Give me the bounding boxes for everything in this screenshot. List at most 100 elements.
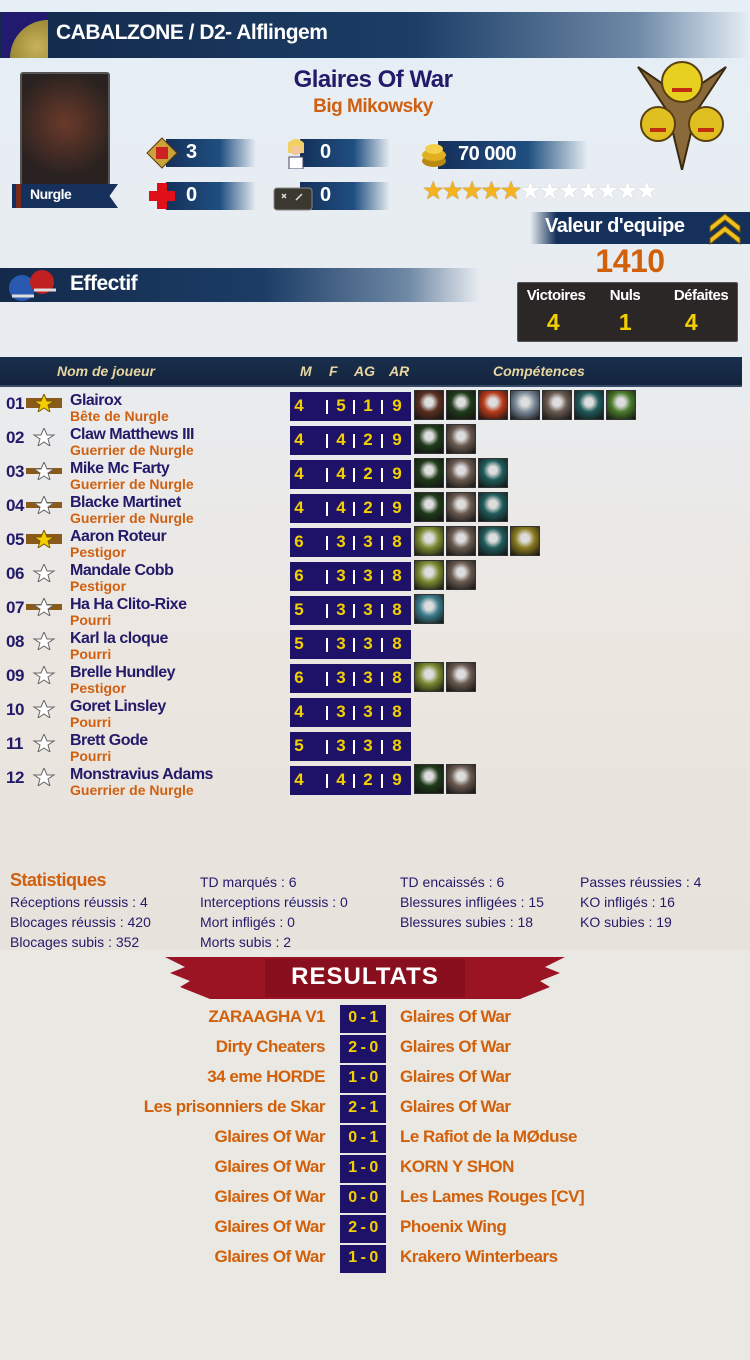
player-row[interactable]: 11 Brett Gode Pourri 5 3 3 8: [0, 730, 750, 764]
skill-helmet-face-icon[interactable]: [446, 662, 476, 692]
away-team[interactable]: Glaires Of War: [400, 1037, 511, 1057]
skill-green-helmet-icon[interactable]: [414, 424, 444, 454]
stat-ag: 3: [363, 600, 373, 619]
player-position: Pourri: [70, 748, 112, 764]
away-team[interactable]: Le Rafiot de la MØduse: [400, 1127, 577, 1147]
result-row[interactable]: Glaires Of War 0 - 1 Le Rafiot de la MØd…: [0, 1125, 750, 1153]
reroll-icon: [146, 137, 178, 169]
cheerleader-icon: [288, 139, 304, 169]
skill-green-helmet-icon[interactable]: [446, 390, 476, 420]
player-row[interactable]: 01 Glairox Bête de Nurgle 4 5 1 9: [0, 390, 750, 424]
skill-helmet-face-icon[interactable]: [446, 424, 476, 454]
stat-ar: 8: [392, 566, 402, 585]
stat-m: 4: [294, 702, 304, 721]
skill-ram-horn-icon[interactable]: [414, 560, 444, 590]
away-team[interactable]: Glaires Of War: [400, 1067, 511, 1087]
home-team[interactable]: 34 eme HORDE: [207, 1067, 325, 1087]
losses: 4: [684, 309, 698, 335]
score: 2 - 1: [340, 1095, 386, 1123]
skill-helmet-face-icon[interactable]: [446, 492, 476, 522]
skill-green-helmet-icon[interactable]: [414, 764, 444, 794]
player-number: 02: [6, 428, 24, 447]
score: 1 - 0: [340, 1155, 386, 1183]
skill-helmet-face-icon[interactable]: [446, 526, 476, 556]
stat-ar: 9: [392, 770, 402, 789]
skill-green-helmet-icon[interactable]: [414, 492, 444, 522]
player-row[interactable]: 02 Claw Matthews III Guerrier de Nurgle …: [0, 424, 750, 458]
player-position: Pestigor: [70, 680, 127, 696]
player-position: Guerrier de Nurgle: [70, 510, 194, 526]
skill-helmet-face-icon[interactable]: [446, 764, 476, 794]
skill-helmet-face-icon[interactable]: [542, 390, 572, 420]
player-number: 09: [6, 666, 24, 685]
player-row[interactable]: 09 Brelle Hundley Pestigor 6 3 3 8: [0, 662, 750, 696]
stat-ag: 2: [363, 498, 373, 517]
stat-m: 4: [294, 396, 304, 415]
draws: 1: [618, 309, 632, 335]
home-team[interactable]: ZARAAGHA V1: [208, 1007, 325, 1027]
result-row[interactable]: Glaires Of War 1 - 0 Krakero Winterbears: [0, 1245, 750, 1273]
home-team[interactable]: Glaires Of War: [215, 1187, 326, 1207]
skill-teal-hand-icon[interactable]: [574, 390, 604, 420]
player-number: 03: [6, 462, 24, 481]
away-team[interactable]: Krakero Winterbears: [400, 1247, 558, 1267]
result-row[interactable]: Dirty Cheaters 2 - 0 Glaires Of War: [0, 1035, 750, 1063]
result-row[interactable]: Les prisonniers de Skar 2 - 1 Glaires Of…: [0, 1095, 750, 1123]
stat-m: 5: [294, 736, 304, 755]
result-row[interactable]: 34 eme HORDE 1 - 0 Glaires Of War: [0, 1065, 750, 1093]
home-team[interactable]: Les prisonniers de Skar: [144, 1097, 326, 1117]
skill-ram-horn-icon[interactable]: [414, 662, 444, 692]
star-filled-icon: ★: [460, 177, 483, 205]
skill-ram-horn-icon[interactable]: [414, 526, 444, 556]
away-team[interactable]: Glaires Of War: [400, 1097, 511, 1117]
player-row[interactable]: 04 Blacke Martinet Guerrier de Nurgle 4 …: [0, 492, 750, 526]
result-row[interactable]: Glaires Of War 1 - 0 KORN Y SHON: [0, 1155, 750, 1183]
player-row[interactable]: 06 Mandale Cobb Pestigor 6 3 3 8: [0, 560, 750, 594]
result-row[interactable]: Glaires Of War 2 - 0 Phoenix Wing: [0, 1215, 750, 1243]
race-label: Nurgle: [12, 184, 118, 208]
player-row[interactable]: 03 Mike Mc Farty Guerrier de Nurgle 4 4 …: [0, 458, 750, 492]
away-team[interactable]: Les Lames Rouges [CV]: [400, 1187, 585, 1207]
home-team[interactable]: Glaires Of War: [215, 1127, 326, 1147]
skill-green-helmet-icon[interactable]: [414, 458, 444, 488]
player-row[interactable]: 12 Monstravius Adams Guerrier de Nurgle …: [0, 764, 750, 798]
player-row[interactable]: 07 Ha Ha Clito-Rixe Pourri 5 3 3 8: [0, 594, 750, 628]
stat-ag: 3: [363, 634, 373, 653]
skill-teal-hand-icon[interactable]: [478, 526, 508, 556]
home-team[interactable]: Dirty Cheaters: [216, 1037, 326, 1057]
stat-f: 4: [336, 498, 346, 517]
home-team[interactable]: Glaires Of War: [215, 1217, 326, 1237]
stat-m: 5: [294, 600, 304, 619]
skill-helmet-face-icon[interactable]: [446, 458, 476, 488]
player-stats: 4 4 2 9: [290, 766, 411, 795]
skill-red-fighter-icon[interactable]: [478, 390, 508, 420]
skill-dark-figure-icon[interactable]: [414, 390, 444, 420]
skill-horse-icon[interactable]: [510, 390, 540, 420]
away-team[interactable]: Phoenix Wing: [400, 1217, 507, 1237]
stat-m: 6: [294, 532, 304, 551]
player-number: 06: [6, 564, 24, 583]
skill-helmet-face-icon[interactable]: [446, 560, 476, 590]
stat-item: TD marqués : 6: [200, 874, 297, 890]
stat-f: 3: [336, 702, 346, 721]
skill-green-claw-icon[interactable]: [606, 390, 636, 420]
stat-ar: 8: [392, 702, 402, 721]
player-stats: 5 3 3 8: [290, 732, 411, 761]
player-row[interactable]: 08 Karl la cloque Pourri 5 3 3 8: [0, 628, 750, 662]
away-team[interactable]: KORN Y SHON: [400, 1157, 514, 1177]
skill-teal-hand-icon[interactable]: [478, 458, 508, 488]
player-row[interactable]: 10 Goret Linsley Pourri 4 3 3 8: [0, 696, 750, 730]
score: 2 - 0: [340, 1035, 386, 1063]
player-position: Pourri: [70, 714, 112, 730]
player-number: 05: [6, 530, 24, 549]
star-rank-badge-icon: [26, 766, 62, 788]
result-row[interactable]: ZARAAGHA V1 0 - 1 Glaires Of War: [0, 1005, 750, 1033]
skill-gold-axe-icon[interactable]: [510, 526, 540, 556]
result-row[interactable]: Glaires Of War 0 - 0 Les Lames Rouges [C…: [0, 1185, 750, 1213]
home-team[interactable]: Glaires Of War: [215, 1247, 326, 1267]
away-team[interactable]: Glaires Of War: [400, 1007, 511, 1027]
skill-arm-grip-icon[interactable]: [414, 594, 444, 624]
player-row[interactable]: 05 Aaron Roteur Pestigor 6 3 3 8: [0, 526, 750, 560]
home-team[interactable]: Glaires Of War: [215, 1157, 326, 1177]
skill-teal-hand-icon[interactable]: [478, 492, 508, 522]
